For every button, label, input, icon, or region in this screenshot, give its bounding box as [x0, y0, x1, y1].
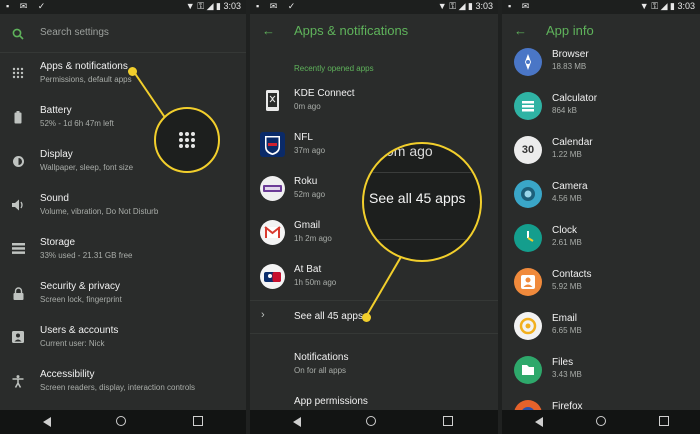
- recents-nav-icon[interactable]: [193, 416, 203, 426]
- browser-icon: [514, 48, 542, 76]
- recents-nav-icon[interactable]: [443, 416, 453, 426]
- app-size: 6.65 MB: [552, 326, 582, 335]
- back-nav-icon[interactable]: [293, 417, 301, 427]
- app-size: 4.56 MB: [552, 194, 582, 203]
- app-row-clock[interactable]: Clock 2.61 MB: [502, 216, 700, 260]
- notification-icons: ▪ ✉: [508, 1, 534, 11]
- zoom-divider: [364, 172, 480, 173]
- highlight-dot: [362, 313, 371, 322]
- app-row-browser[interactable]: Browser 18.83 MB: [502, 40, 700, 84]
- clock-time: 3:03: [677, 1, 695, 11]
- wifi-icon: ▼: [639, 1, 649, 11]
- back-arrow-icon[interactable]: ←: [514, 24, 527, 37]
- app-row-contacts[interactable]: Contacts 5.92 MB: [502, 260, 700, 304]
- callout-line: [133, 71, 169, 123]
- app-row-email[interactable]: Email 6.65 MB: [502, 304, 700, 348]
- app-size: 864 kB: [552, 106, 577, 115]
- app-size: 18.83 MB: [552, 62, 587, 71]
- home-nav-icon[interactable]: [366, 416, 376, 426]
- app-info-panel: ▪ ✉ ▼ ⚿ ◢ ▮ 3:03 ← App info Browser 18.8…: [502, 0, 700, 434]
- app-name: Contacts: [552, 269, 592, 280]
- calendar-day: 30: [521, 144, 535, 156]
- contacts-icon: [514, 268, 542, 296]
- page-title: App info: [546, 23, 594, 38]
- status-right: ▼ ⚿ ◢ ▮ 3:03: [640, 1, 695, 12]
- status-bar: ▪ ✉ ▼ ⚿ ◢ ▮ 3:03: [502, 0, 700, 14]
- zoom-circle-see-all: 0m ago See all 45 apps: [362, 142, 482, 262]
- apps-grid-icon: [179, 132, 195, 148]
- app-size: 1.22 MB: [552, 150, 582, 159]
- app-row-calculator[interactable]: Calculator 864 kB: [502, 84, 700, 128]
- camera-icon: [514, 180, 542, 208]
- nav-bar: [502, 410, 700, 434]
- back-nav-icon[interactable]: [535, 417, 543, 427]
- app-name: Clock: [552, 225, 578, 236]
- app-row-camera[interactable]: Camera 4.56 MB: [502, 172, 700, 216]
- clock-icon: [514, 224, 542, 252]
- app-row-files[interactable]: Files 3.43 MB: [502, 348, 700, 392]
- app-name: Calculator: [552, 93, 598, 104]
- app-name: Files: [552, 357, 574, 368]
- app-name: Camera: [552, 181, 588, 192]
- key-icon: ⚿: [651, 1, 659, 11]
- files-icon: [514, 356, 542, 384]
- email-icon: [514, 312, 542, 340]
- apps-notifications-panel: ▪ ✉ ✓ ▼ ⚿ ◢ ▮ 3:03 ← Apps & notification…: [250, 0, 498, 434]
- battery-status-icon: ▮: [670, 1, 675, 11]
- back-nav-icon[interactable]: [43, 417, 51, 427]
- zoom-circle-apps: [154, 107, 220, 173]
- signal-icon: ◢: [660, 1, 668, 11]
- app-name: Email: [552, 313, 578, 324]
- nav-bar: [0, 410, 246, 434]
- recents-nav-icon[interactable]: [659, 416, 669, 426]
- calculator-icon: [514, 92, 542, 120]
- app-size: 5.92 MB: [552, 282, 582, 291]
- app-row-calendar[interactable]: 30 Calendar 1.22 MB: [502, 128, 700, 172]
- zoom-divider: [364, 239, 480, 240]
- highlight-dot: [128, 67, 137, 76]
- app-name: Browser: [552, 49, 589, 60]
- zoom-see-all-text: See all 45 apps: [369, 190, 466, 206]
- app-size: 2.61 MB: [552, 238, 582, 247]
- calendar-icon: 30: [514, 136, 542, 164]
- app-size: 3.43 MB: [552, 370, 582, 379]
- home-nav-icon[interactable]: [596, 416, 606, 426]
- zoom-time-text: 0m ago: [386, 143, 433, 159]
- nav-bar: [250, 410, 498, 434]
- app-name: Calendar: [552, 137, 593, 148]
- settings-panel: ▪ ✉ ✓ ▼ ⚿ ◢ ▮ 3:03 Search settings Apps …: [0, 0, 246, 434]
- home-nav-icon[interactable]: [116, 416, 126, 426]
